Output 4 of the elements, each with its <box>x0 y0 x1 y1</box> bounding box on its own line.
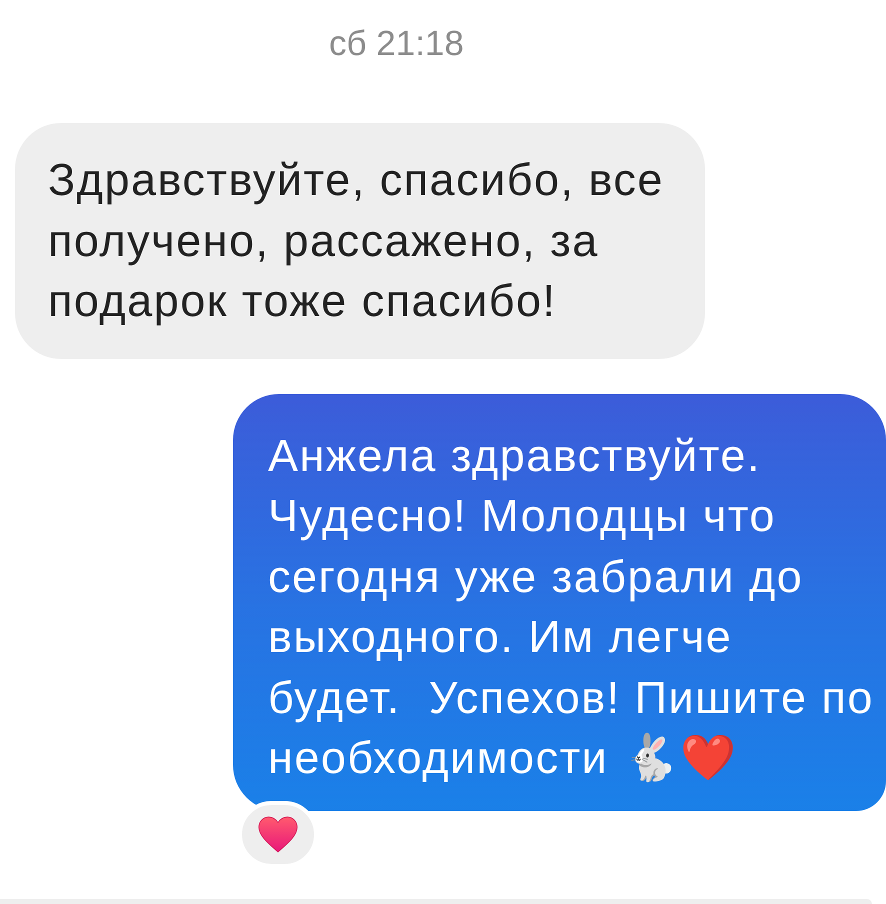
heart-icon <box>258 816 298 852</box>
message-text: Здравствуйте, спасибо, все получено, рассажено, за подарок тоже спасибо! <box>48 154 665 326</box>
timestamp: сб 21:18 <box>329 24 464 64</box>
message-text: Анжела здравствуйте. Чудесно! Молодцы что сегодня уже забрали до выходного. Им легче будет. Успехов! Пишите по необходимости 🐇❤ <box>268 430 875 783</box>
